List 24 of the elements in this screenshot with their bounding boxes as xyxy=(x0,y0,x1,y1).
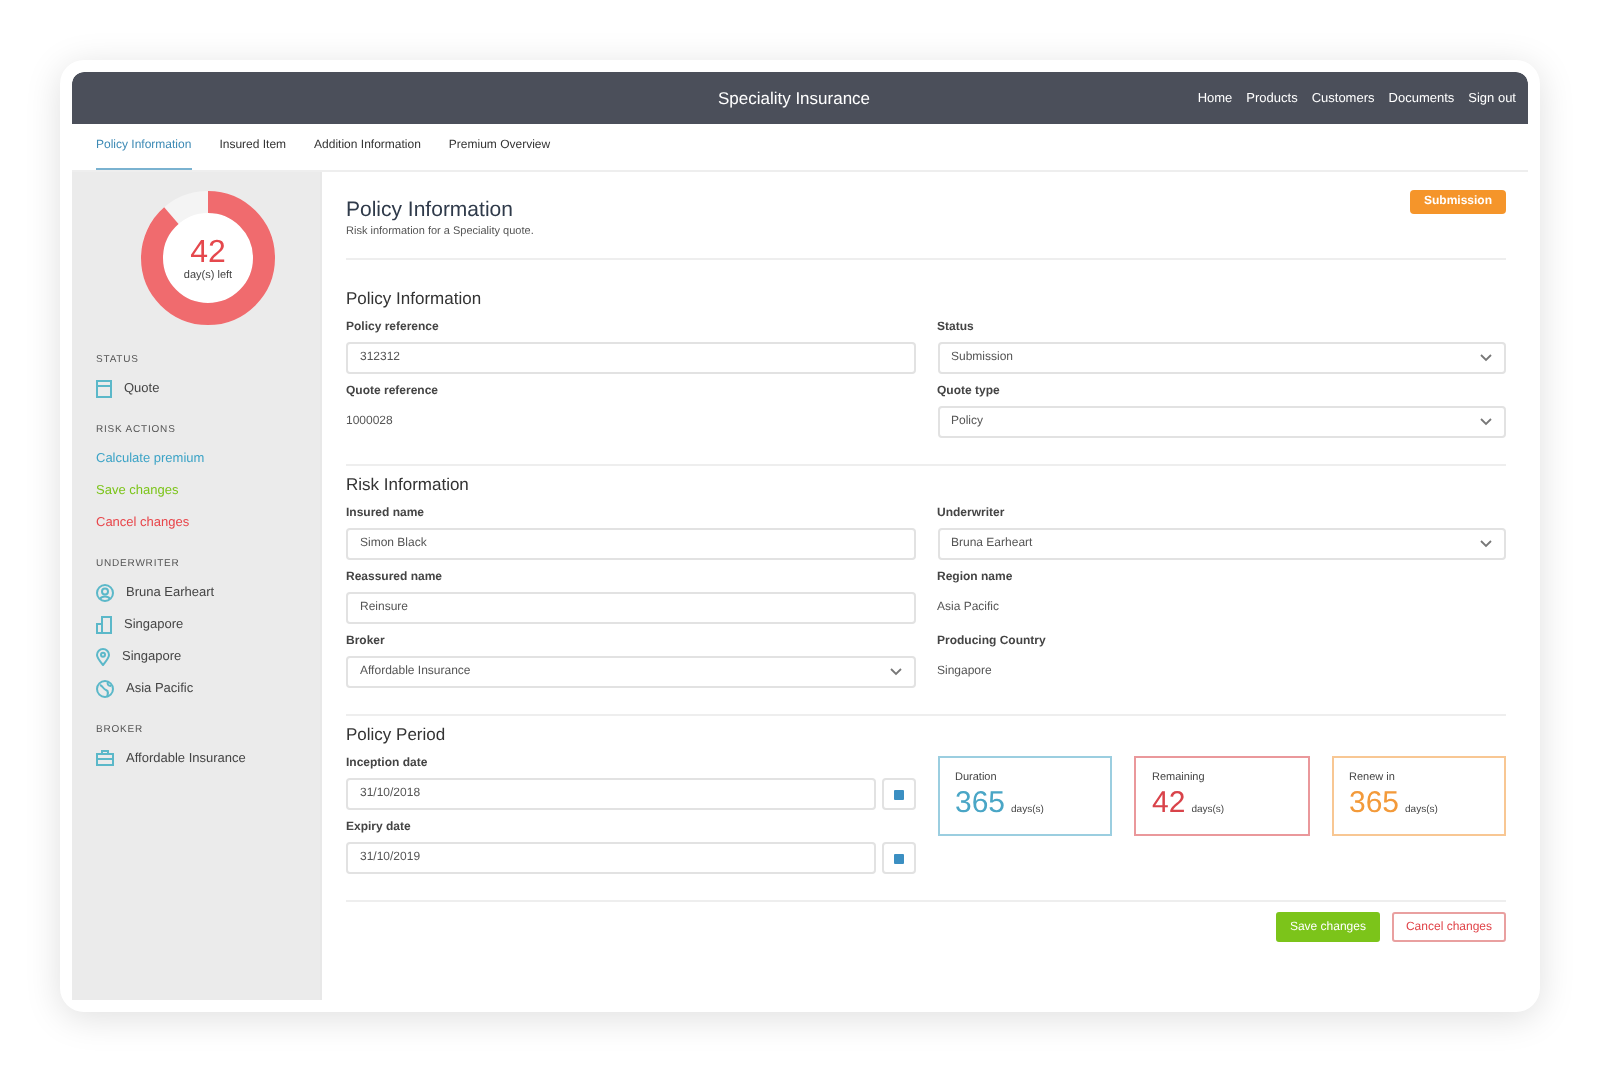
calendar-button[interactable] xyxy=(881,842,915,874)
page-title: Policy Information xyxy=(346,196,515,224)
user-icon xyxy=(96,583,114,601)
section-title: Policy Period xyxy=(346,722,448,746)
chevron-down-icon xyxy=(1480,418,1492,426)
calendar-icon xyxy=(893,789,903,799)
section-title: Risk Information xyxy=(346,472,471,496)
stat-value: 365 xyxy=(1349,786,1400,820)
document-icon xyxy=(96,379,112,397)
days-left-count: 42 xyxy=(190,235,226,269)
chevron-down-icon xyxy=(1480,354,1492,362)
app-title: Speciality Insurance xyxy=(717,88,871,108)
calendar-icon xyxy=(893,853,903,863)
chevron-down-icon xyxy=(1480,540,1492,548)
globe-icon xyxy=(96,679,114,697)
stat-value: 42 xyxy=(1152,786,1186,820)
building-icon xyxy=(96,615,112,633)
pin-icon xyxy=(96,647,110,665)
section-title: Policy Information xyxy=(346,286,484,310)
calendar-button[interactable] xyxy=(881,778,915,810)
briefcase-icon xyxy=(96,750,114,766)
stat-value: 365 xyxy=(955,786,1006,820)
countdown-ring xyxy=(141,191,275,325)
chevron-down-icon xyxy=(889,668,901,676)
